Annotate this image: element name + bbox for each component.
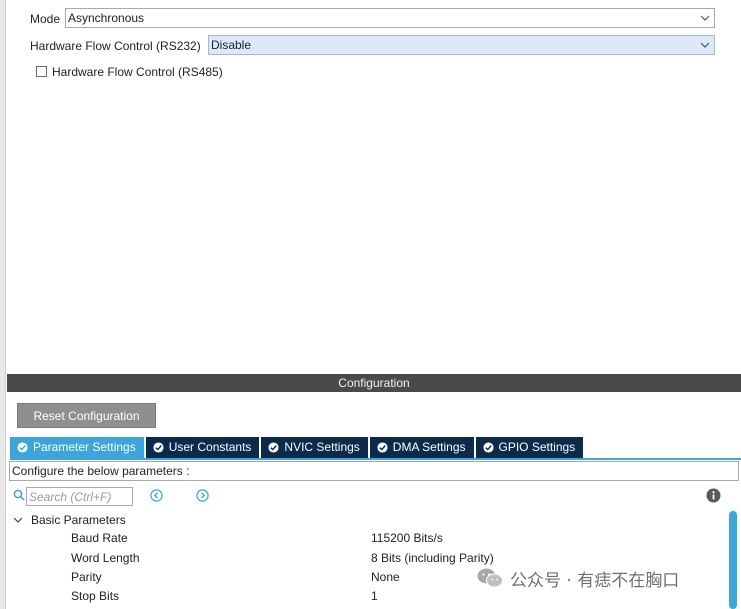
tab-parameter-settings[interactable]: Parameter Settings [10, 437, 144, 458]
param-value-parity[interactable]: None [371, 570, 400, 584]
search-input[interactable] [26, 487, 133, 506]
tab-label: GPIO Settings [498, 440, 576, 454]
watermark: 公众号 · 有痣不在胸口 [476, 566, 680, 591]
param-name-stop-bits: Stop Bits [71, 589, 120, 603]
flow-rs232-select[interactable]: Disable [208, 35, 715, 55]
param-value-word-length[interactable]: 8 Bits (including Parity) [371, 551, 494, 565]
vertical-scrollbar-thumb[interactable] [729, 511, 737, 609]
param-value-baud-rate[interactable]: 115200 Bits/s [371, 531, 443, 545]
watermark-text: 公众号 · 有痣不在胸口 [510, 570, 680, 591]
check-circle-icon [482, 442, 494, 453]
check-circle-icon [268, 442, 279, 453]
mode-select-value: Asynchronous [68, 11, 145, 25]
left-panel-edge [0, 0, 6, 609]
chevron-down-icon [700, 15, 710, 21]
flow-rs232-label: Hardware Flow Control (RS232) [30, 39, 201, 53]
reset-configuration-button[interactable]: Reset Configuration [17, 403, 156, 428]
group-label: Basic Parameters [31, 513, 126, 527]
tab-label: NVIC Settings [284, 440, 360, 454]
tab-nvic-settings[interactable]: NVIC Settings [261, 437, 368, 458]
param-name-baud-rate: Baud Rate [71, 531, 128, 545]
flow-rs485-checkbox[interactable] [36, 66, 47, 77]
flow-rs232-value: Disable [211, 38, 252, 52]
chevron-down-icon [700, 42, 710, 48]
tab-label: DMA Settings [392, 440, 466, 454]
mode-panel: Mode Asynchronous Hardware Flow Control … [7, 0, 741, 367]
wechat-icon [477, 568, 503, 588]
config-tabs: Parameter Settings User Constants NVIC S… [10, 437, 585, 458]
search-icon [13, 489, 25, 501]
info-icon[interactable] [706, 488, 721, 503]
check-circle-icon [153, 442, 164, 453]
param-value-stop-bits[interactable]: 1 [371, 589, 378, 603]
mode-select[interactable]: Asynchronous [65, 8, 715, 28]
group-basic-parameters[interactable]: Basic Parameters [13, 512, 126, 528]
config-hint: Configure the below parameters : [9, 461, 739, 481]
param-name-word-length: Word Length [71, 551, 140, 565]
mode-label: Mode [30, 12, 61, 26]
tab-dma-settings[interactable]: DMA Settings [369, 437, 474, 458]
check-circle-icon [377, 442, 388, 453]
tab-label: User Constants [168, 440, 252, 454]
chevron-down-icon [13, 517, 23, 523]
configuration-header: Configuration [7, 374, 741, 392]
prev-circle-icon[interactable] [150, 489, 163, 502]
tab-label: Parameter Settings [33, 440, 136, 454]
flow-rs485-label: Hardware Flow Control (RS485) [52, 65, 223, 79]
check-circle-icon [17, 442, 28, 453]
tab-gpio-settings[interactable]: GPIO Settings [475, 437, 584, 458]
next-circle-icon[interactable] [196, 489, 209, 502]
tab-underline [10, 458, 741, 460]
param-name-parity: Parity [71, 570, 102, 584]
tab-user-constants[interactable]: User Constants [145, 437, 260, 458]
